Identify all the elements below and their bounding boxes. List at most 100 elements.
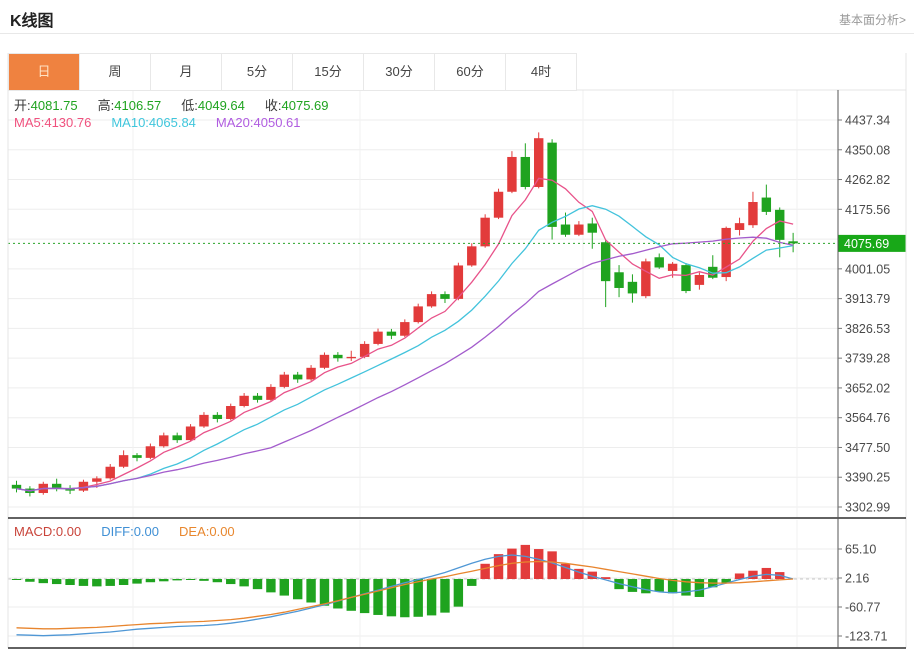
candle-body (239, 396, 248, 406)
price-axis-label: 4437.34 (845, 114, 890, 128)
candle-body (748, 202, 757, 225)
tab-月[interactable]: 月 (151, 54, 222, 91)
legend-item: 低:4049.64 (181, 98, 245, 113)
macd-histogram-bar (454, 579, 463, 607)
candle-body (320, 355, 329, 368)
ohlc-legend: 开:4081.75高:4106.57低:4049.64收:4075.69 (14, 95, 349, 114)
candle-body (762, 198, 771, 212)
fundamental-analysis-link[interactable]: 基本面分析> (839, 11, 906, 28)
candle-body (668, 264, 677, 271)
candle-body (172, 435, 181, 440)
tab-5分[interactable]: 5分 (222, 54, 293, 91)
macd-histogram-bar (52, 579, 61, 584)
macd-histogram-bar (92, 579, 101, 586)
candle-body (373, 332, 382, 344)
price-axis-label: 4001.05 (845, 262, 890, 276)
candle-body (306, 368, 315, 380)
candle-body (467, 246, 476, 265)
macd-histogram-bar (373, 579, 382, 615)
legend-item: 高:4106.57 (98, 98, 162, 113)
price-axis-label: 4262.82 (845, 173, 890, 187)
candle-body (588, 223, 597, 232)
price-axis-label: 3564.76 (845, 411, 890, 425)
price-axis-label: 3826.53 (845, 322, 890, 336)
candle-body (213, 415, 222, 419)
macd-histogram-bar (748, 571, 757, 579)
macd-histogram-bar (253, 579, 262, 589)
macd-histogram-bar (641, 579, 650, 593)
candle-body (119, 455, 128, 467)
macd-histogram-bar (440, 579, 449, 613)
candle-body (695, 275, 704, 285)
legend-item: DIFF:0.00 (101, 524, 159, 539)
candle-body (735, 223, 744, 230)
candle-body (387, 332, 396, 336)
interval-tabs: 日周月5分15分30分60分4时 (8, 53, 577, 91)
macd-histogram-bar (547, 551, 556, 579)
macd-histogram-bar (414, 579, 423, 617)
legend-item: DEA:0.00 (179, 524, 235, 539)
tab-周[interactable]: 周 (80, 54, 151, 91)
candle-body (655, 257, 664, 267)
macd-histogram-bar (655, 579, 664, 591)
macd-histogram-bar (695, 579, 704, 597)
macd-histogram-bar (306, 579, 315, 603)
macd-histogram-bar (159, 579, 168, 581)
macd-histogram-bar (106, 579, 115, 586)
candle-body (186, 426, 195, 440)
legend-item: 开:4081.75 (14, 98, 78, 113)
macd-histogram-bar (333, 579, 342, 608)
price-axis-label: -60.77 (845, 601, 880, 615)
candle-body (146, 446, 155, 458)
page-title: K线图 (10, 7, 54, 31)
price-axis-label: 3652.02 (845, 381, 890, 395)
candle-body (574, 225, 583, 235)
macd-legend: MACD:0.00DIFF:0.00DEA:0.00 (14, 524, 255, 539)
macd-histogram-bar (360, 579, 369, 613)
candle-body (52, 484, 61, 488)
legend-item: MA10:4065.84 (111, 115, 196, 130)
macd-histogram-bar (79, 579, 88, 586)
macd-histogram-bar (427, 579, 436, 615)
candle-body (494, 192, 503, 218)
price-axis-label: 3302.99 (845, 501, 890, 515)
macd-histogram-bar (534, 549, 543, 579)
macd-histogram-bar (226, 579, 235, 584)
macd-histogram-bar (280, 579, 289, 596)
tab-60分[interactable]: 60分 (435, 54, 506, 91)
candle-body (547, 143, 556, 227)
macd-histogram-bar (65, 579, 74, 585)
price-axis-label: 65.10 (845, 543, 876, 557)
macd-histogram-bar (146, 579, 155, 582)
candle-body (601, 242, 610, 281)
macd-histogram-bar (119, 579, 128, 585)
candle-body (293, 375, 302, 380)
macd-histogram-bar (239, 579, 248, 586)
tab-30分[interactable]: 30分 (364, 54, 435, 91)
candle-body (347, 357, 356, 358)
candle-body (12, 485, 21, 489)
macd-histogram-bar (172, 579, 181, 580)
tab-日[interactable]: 日 (9, 54, 80, 91)
candle-body (534, 138, 543, 187)
candle-body (400, 322, 409, 336)
candle-body (132, 455, 141, 458)
candle-body (280, 375, 289, 387)
candle-body (641, 261, 650, 296)
price-axis-label: -123.71 (845, 630, 887, 644)
macd-histogram-bar (25, 579, 34, 582)
tab-15分[interactable]: 15分 (293, 54, 364, 91)
macd-histogram-bar (186, 579, 195, 580)
candle-body (521, 157, 530, 187)
price-axis-label: 3913.79 (845, 292, 890, 306)
price-axis-label: 3390.25 (845, 471, 890, 485)
candle-body (253, 396, 262, 400)
macd-histogram-bar (266, 579, 275, 592)
macd-histogram-bar (320, 579, 329, 606)
macd-histogram-bar (762, 568, 771, 579)
legend-item: MA20:4050.61 (216, 115, 301, 130)
macd-histogram-bar (347, 579, 356, 611)
macd-histogram-bar (132, 579, 141, 584)
tab-4时[interactable]: 4时 (506, 54, 577, 91)
price-axis-label: 3739.28 (845, 352, 890, 366)
